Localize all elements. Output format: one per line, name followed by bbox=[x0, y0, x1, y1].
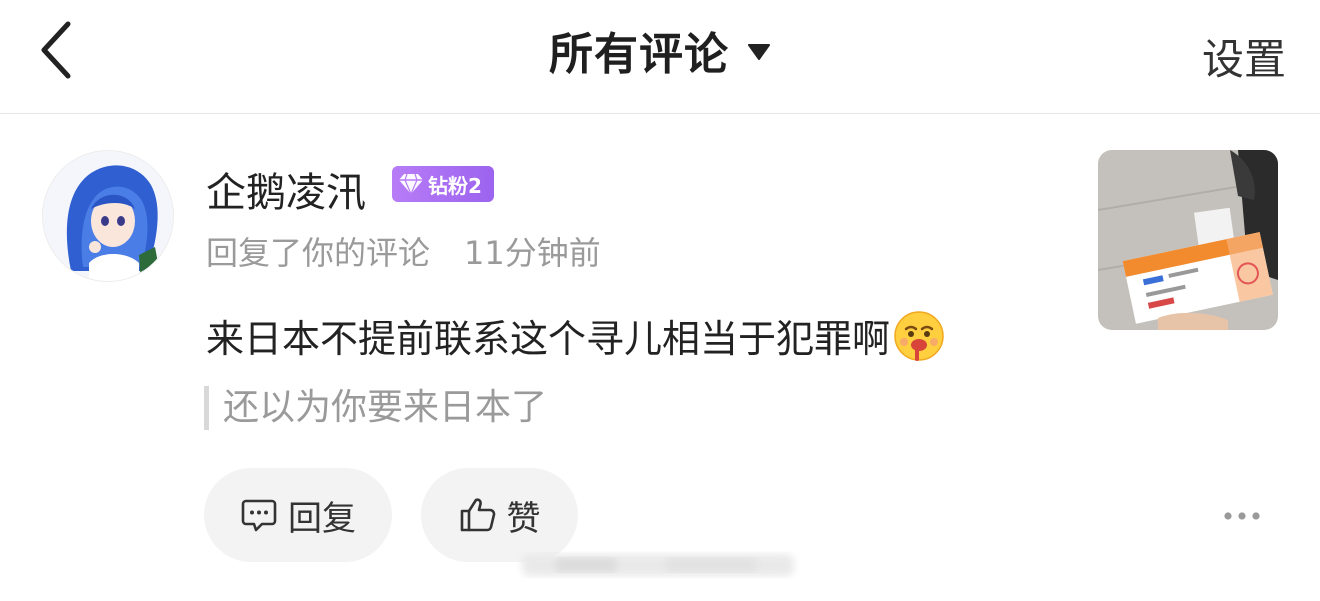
top-bar: 所有评论 设置 bbox=[0, 0, 1320, 114]
quoted-comment[interactable]: 还以为你要来日本了 bbox=[204, 386, 547, 430]
more-options-button[interactable] bbox=[1218, 500, 1266, 532]
caret-down-icon bbox=[748, 44, 770, 60]
ticket-photo bbox=[1098, 150, 1278, 330]
username[interactable]: 企鹅凌汛 bbox=[206, 160, 366, 218]
action-text: 回复了你的评论 bbox=[206, 234, 431, 272]
like-label: 赞 bbox=[506, 498, 541, 539]
avatar-illustration bbox=[43, 151, 173, 281]
post-thumbnail[interactable] bbox=[1098, 150, 1278, 330]
bleeding-face-emoji bbox=[894, 310, 944, 361]
more-dots-icon bbox=[1224, 512, 1260, 520]
comment-filter-dropdown[interactable]: 所有评论 bbox=[0, 22, 1320, 80]
blurred-watermark bbox=[522, 554, 794, 576]
page-title: 所有评论 bbox=[549, 29, 729, 80]
diamond-icon bbox=[399, 173, 423, 195]
timestamp: 11分钟前 bbox=[464, 234, 601, 272]
comment-meta: 回复了你的评论 11分钟前 bbox=[206, 228, 601, 274]
settings-button[interactable]: 设置 bbox=[1202, 26, 1286, 87]
comment-body: 来日本不提前联系这个寻儿相当于犯罪啊 bbox=[206, 317, 891, 361]
comment-icon bbox=[241, 499, 277, 532]
avatar[interactable] bbox=[42, 150, 174, 282]
fan-badge: 钻粉2 bbox=[392, 166, 494, 202]
reply-label: 回复 bbox=[288, 498, 356, 539]
reply-button[interactable]: 回复 bbox=[204, 468, 392, 562]
comment-text: 来日本不提前联系这个寻儿相当于犯罪啊 bbox=[206, 308, 946, 363]
thumbs-up-icon bbox=[460, 498, 495, 532]
badge-label: 钻粉2 bbox=[428, 173, 482, 198]
